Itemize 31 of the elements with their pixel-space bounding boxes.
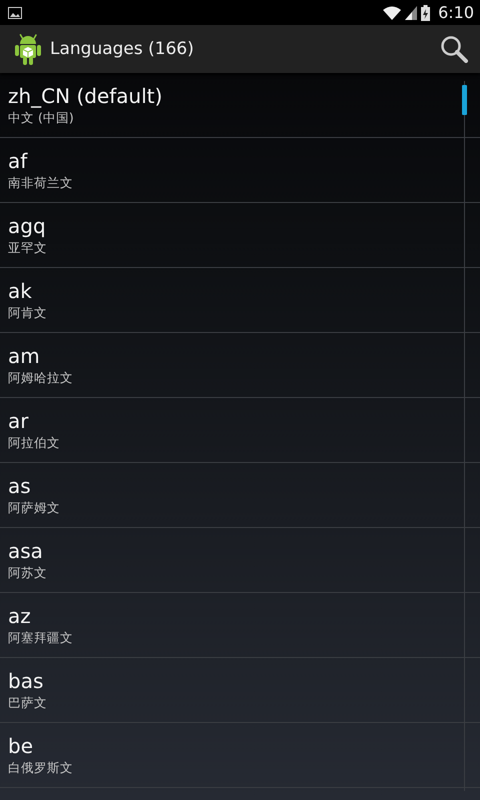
screen-title: Languages (166) — [50, 39, 195, 59]
language-code[interactable]: af — [8, 148, 28, 174]
scrollbar-thumb[interactable] — [462, 85, 467, 115]
language-code[interactable]: ar — [8, 408, 28, 434]
language-code[interactable]: az — [8, 603, 31, 629]
signal-icon — [405, 6, 418, 20]
language-code[interactable]: ak — [8, 278, 32, 304]
language-name: 亚罕文 — [8, 239, 47, 257]
language-code[interactable]: be — [8, 733, 33, 759]
android-icon — [14, 33, 42, 65]
picture-notification-icon — [8, 6, 22, 18]
language-name: 南非荷兰文 — [8, 174, 73, 192]
language-name: 巴萨文 — [8, 694, 47, 712]
status-time: 6:10 — [438, 3, 474, 22]
language-name: 阿萨姆文 — [8, 499, 60, 517]
language-name: 阿拉伯文 — [8, 434, 60, 452]
battery-charging-icon — [421, 4, 430, 20]
language-name: 中文 (中国) — [8, 109, 74, 127]
language-name: 阿姆哈拉文 — [8, 369, 73, 387]
language-code[interactable]: as — [8, 473, 31, 499]
language-code[interactable]: am — [8, 343, 40, 369]
wifi-icon — [383, 6, 402, 20]
language-name: 阿塞拜疆文 — [8, 629, 73, 647]
language-name: 阿肯文 — [8, 304, 47, 322]
language-name: 阿苏文 — [8, 564, 47, 582]
search-icon[interactable] — [440, 35, 468, 63]
language-code[interactable]: asa — [8, 538, 43, 564]
language-code[interactable]: agq — [8, 213, 46, 239]
language-code[interactable]: zh_CN (default) — [8, 83, 162, 109]
language-code[interactable]: bas — [8, 668, 44, 694]
language-name: 白俄罗斯文 — [8, 759, 73, 777]
